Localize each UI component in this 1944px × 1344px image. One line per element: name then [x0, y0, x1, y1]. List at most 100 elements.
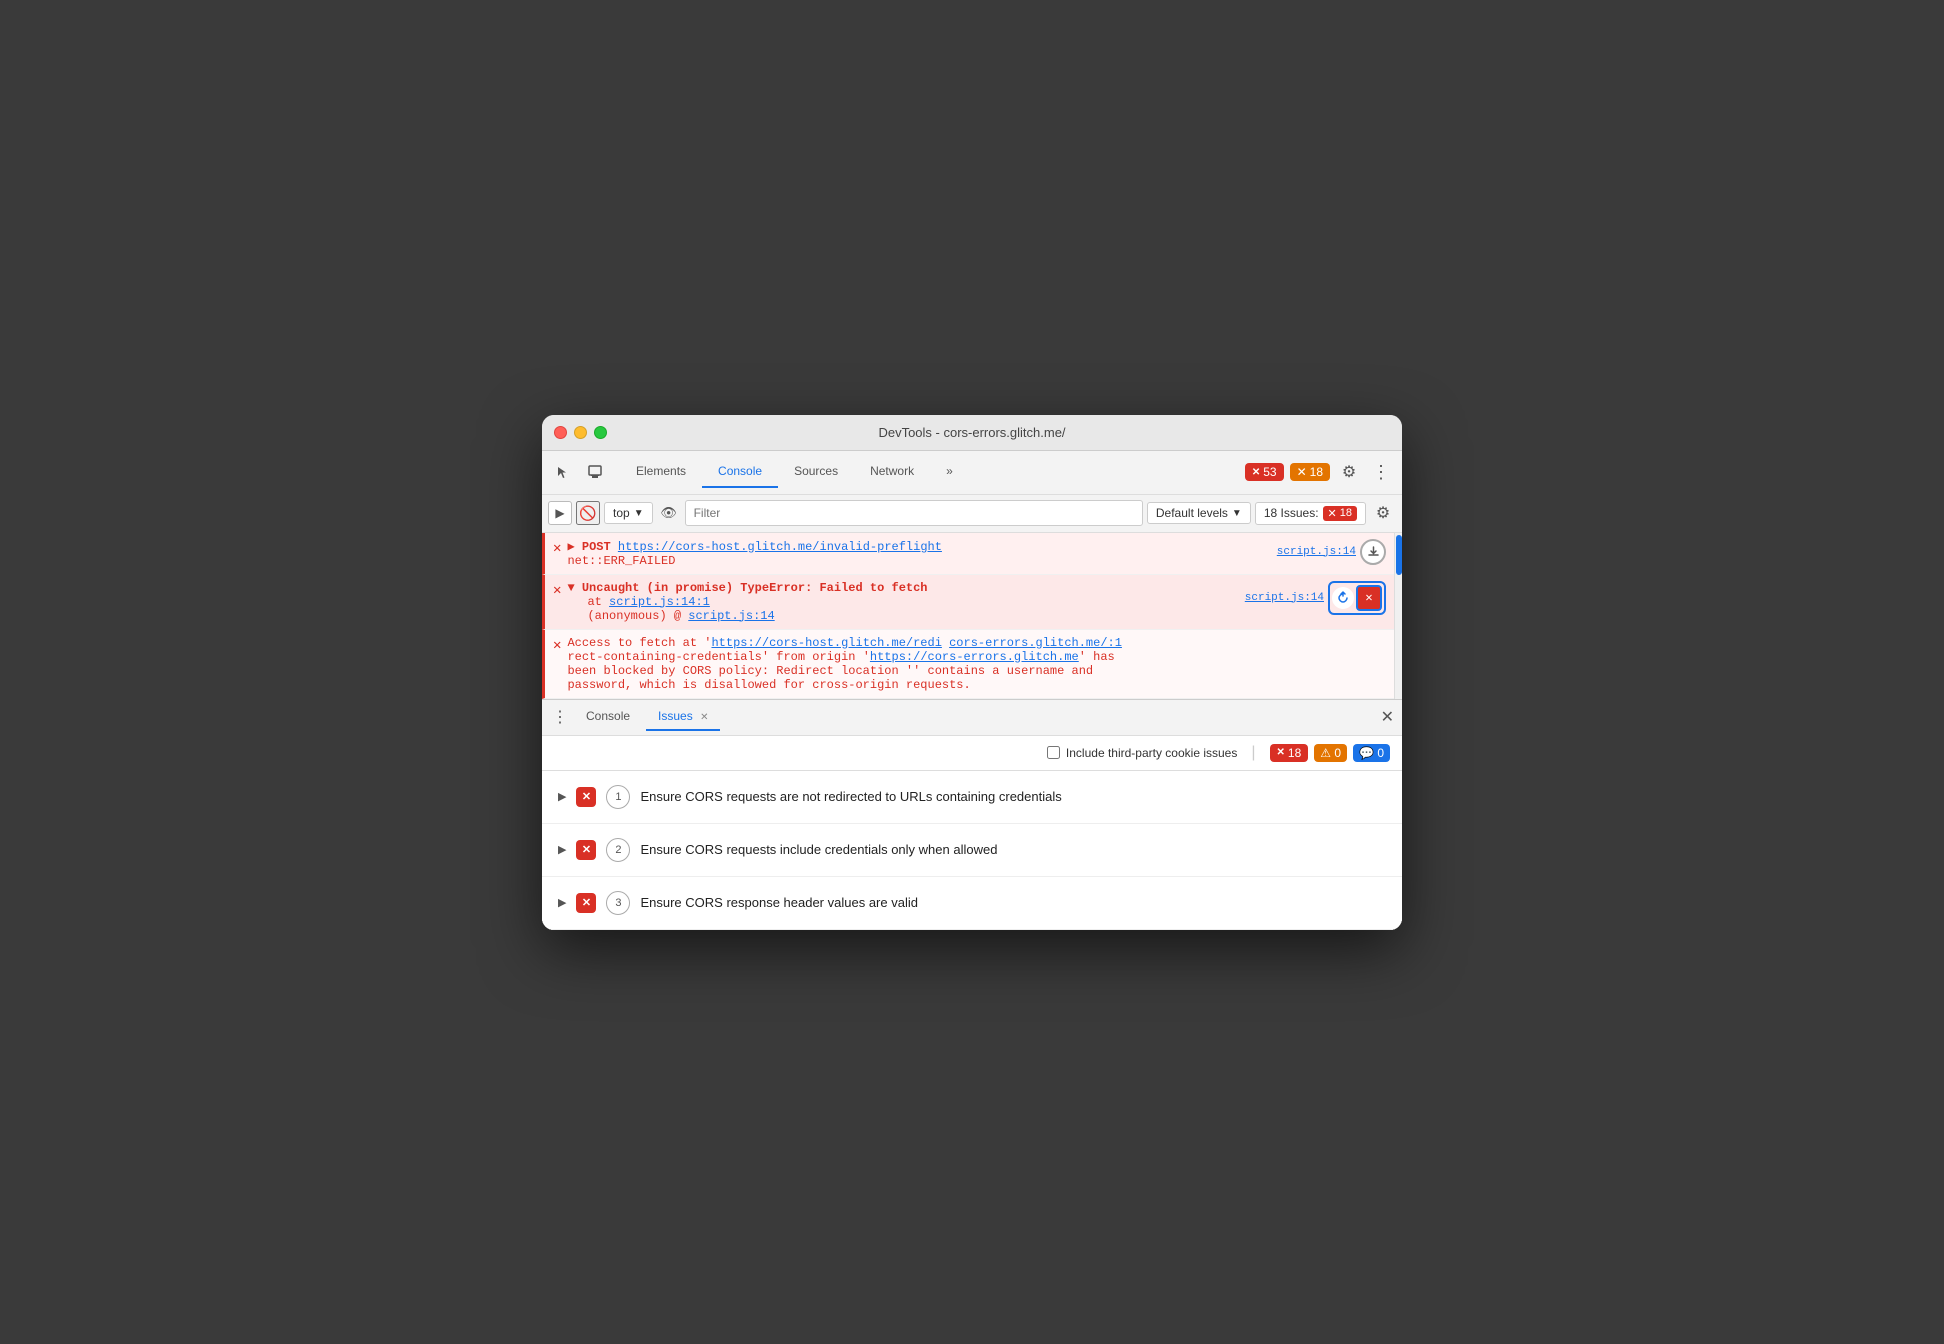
console-entry-3: ✕ Access to fetch at 'https://cors-host.…	[542, 630, 1394, 699]
cursor-icon-btn[interactable]	[550, 459, 576, 485]
devtools-panel: Elements Console Sources Network » ✕	[542, 451, 1402, 930]
bottom-tab-console[interactable]: Console	[574, 703, 642, 731]
entry-line-cors-2: rect-containing-credentials' from origin…	[567, 650, 1386, 664]
issue-item-1[interactable]: ▶ ✕ 1 Ensure CORS requests are not redir…	[542, 771, 1402, 824]
issue-expand-1[interactable]: ▶	[558, 790, 566, 803]
error-icon-3: ✕	[553, 637, 561, 654]
tab-network[interactable]: Network	[854, 456, 930, 488]
entry-content-3: Access to fetch at 'https://cors-host.gl…	[567, 636, 1386, 692]
traffic-lights	[554, 426, 607, 439]
maximize-button[interactable]	[594, 426, 607, 439]
issue-count-1: 1	[606, 785, 630, 809]
action-circle-btn[interactable]	[1332, 587, 1354, 609]
console-messages: ✕ ▶ POST https://cors-host.glitch.me/inv…	[542, 533, 1394, 699]
console-settings-btn[interactable]: ⚙	[1370, 500, 1396, 526]
issue-error-badge-3: ✕	[576, 893, 596, 913]
dropdown-arrow-icon: ▼	[634, 508, 644, 519]
issue-error-badge-1: ✕	[576, 787, 596, 807]
download-btn-1[interactable]	[1360, 539, 1386, 565]
tab-more[interactable]: »	[930, 456, 969, 488]
cors-text-6: password, which is disallowed for cross-…	[567, 678, 970, 692]
default-levels-btn[interactable]: Default levels ▼	[1147, 502, 1251, 524]
execute-btn[interactable]: ▶	[548, 501, 572, 525]
tab-sources[interactable]: Sources	[778, 456, 854, 488]
issue-count-2: 2	[606, 838, 630, 862]
entry-line-cors-4: password, which is disallowed for cross-…	[567, 678, 1386, 692]
filter-input[interactable]	[685, 500, 1143, 526]
issues-warning-badge: ⚠ 0	[1314, 744, 1347, 762]
action-x-btn[interactable]: ✕	[1356, 585, 1382, 611]
tab-bar: Elements Console Sources Network » ✕	[542, 451, 1402, 495]
cors-url-link[interactable]: https://cors-host.glitch.me/redi	[711, 636, 941, 650]
title-bar: DevTools - cors-errors.glitch.me/	[542, 415, 1402, 451]
issues-btn[interactable]: 18 Issues: ✕ 18	[1255, 502, 1366, 525]
anon-source-link[interactable]: script.js:14	[688, 609, 774, 623]
block-btn[interactable]: 🚫	[576, 501, 600, 525]
bottom-tab-right: ✕	[1381, 707, 1394, 727]
anon-label: (anonymous) @	[587, 609, 688, 623]
error-text-1: net::ERR_FAILED	[567, 554, 1270, 568]
error-icon-2: ✕	[553, 582, 561, 599]
cors-source-link[interactable]: cors-errors.glitch.me/:1	[949, 636, 1122, 650]
issue-count-3: 3	[606, 891, 630, 915]
close-panel-btn[interactable]: ✕	[1381, 707, 1394, 727]
tab-console[interactable]: Console	[702, 456, 778, 488]
devtools-window: DevTools - cors-errors.glitch.me/	[542, 415, 1402, 930]
link-out-icon	[1336, 591, 1350, 605]
issues-error-badge: ✕ 18	[1270, 744, 1309, 762]
scrollbar-thumb	[1396, 535, 1402, 575]
entry-line-3: (anonymous) @ script.js:14	[567, 609, 1238, 623]
entry-line-main: ▼ Uncaught (in promise) TypeError: Faile…	[567, 581, 1238, 595]
post-url-link[interactable]: https://cors-host.glitch.me/invalid-pref…	[618, 540, 942, 554]
more-options-btn[interactable]: ⋮	[1368, 459, 1394, 485]
entry-line-cors: Access to fetch at 'https://cors-host.gl…	[567, 636, 1386, 650]
third-party-cookie-checkbox[interactable]	[1047, 746, 1060, 759]
third-party-cookie-checkbox-label[interactable]: Include third-party cookie issues	[1047, 746, 1237, 760]
source-link-1[interactable]: script.js:14	[1277, 546, 1356, 558]
issue-error-badge-2: ✕	[576, 840, 596, 860]
tab-list: Elements Console Sources Network »	[620, 456, 1241, 488]
cors-origin-link[interactable]: https://cors-errors.glitch.me	[870, 650, 1079, 664]
bottom-tabs: ⋮ Console Issues ✕ ✕	[542, 700, 1402, 736]
tab-bar-right: ✕ 53 ✕ 18 ⚙ ⋮	[1245, 459, 1394, 485]
bottom-panel: ⋮ Console Issues ✕ ✕ Include third-party…	[542, 699, 1402, 930]
cors-text-5: been blocked by CORS policy: Redirect lo…	[567, 664, 1093, 678]
issue-text-3: Ensure CORS response header values are v…	[640, 895, 917, 910]
close-issues-tab[interactable]: ✕	[700, 712, 708, 723]
issue-text-2: Ensure CORS requests include credentials…	[640, 842, 997, 857]
error-count-badge[interactable]: ✕ 53	[1245, 463, 1284, 481]
context-dropdown[interactable]: top ▼	[604, 502, 653, 524]
bottom-tab-issues[interactable]: Issues ✕	[646, 703, 720, 731]
uncaught-label: ▼ Uncaught (in promise) TypeError: Faile…	[567, 581, 927, 595]
error-x-icon: ✕	[1252, 467, 1260, 478]
issue-expand-2[interactable]: ▶	[558, 843, 566, 856]
tab-bar-icons	[550, 459, 608, 485]
issues-toolbar: Include third-party cookie issues | ✕ 18…	[542, 736, 1402, 771]
warning-x-icon: ✕	[1297, 465, 1307, 479]
tab-elements[interactable]: Elements	[620, 456, 702, 488]
console-entry-2: ✕ ▼ Uncaught (in promise) TypeError: Fai…	[542, 575, 1394, 630]
issue-item-3[interactable]: ▶ ✕ 3 Ensure CORS response header values…	[542, 877, 1402, 930]
settings-icon-btn[interactable]: ⚙	[1336, 459, 1362, 485]
issue-expand-3[interactable]: ▶	[558, 896, 566, 909]
dots-menu-btn[interactable]: ⋮	[550, 707, 570, 727]
method-label: ▶ POST	[567, 540, 617, 554]
entry-actions-2: script.js:14 ✕	[1245, 581, 1386, 615]
error-icon-1: ✕	[553, 540, 561, 557]
minimize-button[interactable]	[574, 426, 587, 439]
warning-count-badge[interactable]: ✕ 18	[1290, 463, 1330, 481]
eye-btn[interactable]: 👁	[657, 501, 681, 525]
entry-content-2: ▼ Uncaught (in promise) TypeError: Faile…	[567, 581, 1238, 623]
at-source-link[interactable]: script.js:14:1	[609, 595, 710, 609]
source-link-2[interactable]: script.js:14	[1245, 592, 1324, 604]
issues-count-badges: ✕ 18 ⚠ 0 💬 0	[1270, 744, 1391, 762]
issue-item-2[interactable]: ▶ ✕ 2 Ensure CORS requests include crede…	[542, 824, 1402, 877]
window-title: DevTools - cors-errors.glitch.me/	[878, 425, 1065, 440]
cors-text-2: rect-containing-credentials	[567, 650, 761, 664]
console-scrollbar[interactable]	[1394, 533, 1402, 699]
console-toolbar: ▶ 🚫 top ▼ 👁 Default levels ▼ 18 Issues: …	[542, 495, 1402, 533]
inspect-icon-btn[interactable]	[582, 459, 608, 485]
cors-text-1: Access to fetch at '	[567, 636, 711, 650]
levels-arrow-icon: ▼	[1232, 508, 1242, 519]
close-button[interactable]	[554, 426, 567, 439]
